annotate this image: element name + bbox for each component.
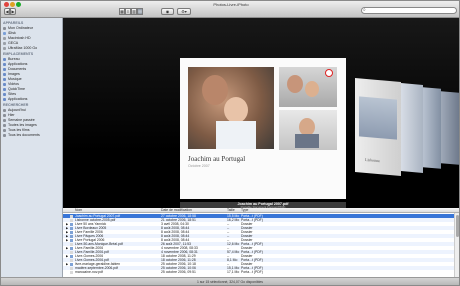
- coverflow-item[interactable]: Lisbonne: [355, 77, 401, 177]
- coverflow-view: Lisbonne Joachim au Portugal Octobre 200…: [63, 18, 459, 208]
- list-header: Nom Date de modification Taille Type: [63, 208, 459, 213]
- file-date-cell: 25 octobre 2006, 09:51: [161, 270, 196, 274]
- magnifier-icon: ⌕: [363, 7, 366, 13]
- sidebar-item-icon: [3, 32, 6, 35]
- sidebar-item-label: Documents: [8, 67, 27, 71]
- sidebar-item-label: GECA: [8, 41, 19, 45]
- sidebar-item-icon: [3, 73, 6, 76]
- sidebar-item-label: Images: [8, 72, 20, 76]
- sidebar-item-icon: [3, 98, 6, 101]
- finder-window: Photos-Livre-iPhoto ◀ ▶ ▦ ≡ ▥ ▤ ◉ ⚙▾ ⌕ A…: [0, 0, 460, 286]
- book-title: Joachim au Portugal: [188, 155, 246, 163]
- sidebar-item-label: Hier: [8, 113, 15, 117]
- coverflow-item[interactable]: [401, 83, 423, 173]
- sidebar-item-icon: [3, 83, 6, 86]
- cover-photo: [359, 96, 397, 140]
- list-scroll-thumb[interactable]: [456, 215, 459, 237]
- sidebar-item-icon: [3, 42, 6, 45]
- forward-button[interactable]: ▶: [10, 8, 16, 15]
- sidebar-item-icon: [3, 134, 6, 137]
- sidebar-item-icon: [3, 129, 6, 132]
- sidebar-item-label: Bureau: [8, 57, 20, 61]
- file-name-cell: marocaine-nov.pdf: [75, 270, 103, 274]
- sidebar-item-label: Applications: [8, 97, 28, 101]
- file-size-cell: 17,1 Mo: [227, 270, 240, 274]
- status-bar: 1 sur 15 sélectionné, 324,07 Go disponib…: [1, 277, 459, 285]
- zoom-window-button[interactable]: [16, 2, 21, 7]
- quick-look-button[interactable]: ◉: [161, 8, 174, 15]
- coverflow-item[interactable]: [423, 87, 441, 169]
- sidebar-item-label: Sites: [8, 92, 16, 96]
- cover-main-photo: [188, 67, 274, 149]
- sidebar-item-icon: [3, 68, 6, 71]
- icon-view-icon: ▦: [120, 9, 124, 14]
- gear-icon: ⚙▾: [181, 9, 187, 14]
- close-window-button[interactable]: [4, 2, 9, 7]
- toolbar: Photos-Livre-iPhoto ◀ ▶ ▦ ≡ ▥ ▤ ◉ ⚙▾ ⌕: [1, 1, 459, 18]
- action-menu-button[interactable]: ⚙▾: [177, 8, 191, 15]
- file-list: Nom Date de modification Taille Type Joa…: [63, 208, 459, 277]
- sidebar-item-icon: [3, 47, 6, 50]
- sidebar-item[interactable]: Tous les documents: [1, 133, 62, 138]
- search-field[interactable]: ⌕: [361, 7, 457, 14]
- sidebar-item-icon: [3, 27, 6, 30]
- sidebar-item-icon: [3, 37, 6, 40]
- sidebar-item-icon: [3, 114, 6, 117]
- sidebar-item-label: Semaine passée: [8, 118, 35, 122]
- sidebar-item-label: Tous les films: [8, 128, 30, 132]
- book-subtitle: Octobre 2007: [188, 164, 210, 168]
- chevron-right-icon: ▶: [11, 9, 15, 14]
- sidebar-item-icon: [3, 109, 6, 112]
- list-view-icon: ≡: [126, 9, 130, 14]
- sidebar-item-icon: [3, 63, 6, 66]
- sidebar-item-label: QuickTime: [8, 87, 26, 91]
- window-title: Photos-Livre-iPhoto: [213, 2, 249, 7]
- coverflow-selected-item[interactable]: Joachim au Portugal Octobre 2007: [180, 58, 346, 199]
- sidebar-item-label: UltraMax 1000 Go: [8, 46, 38, 50]
- sidebar-item-label: Mon Ordinateur: [8, 26, 33, 30]
- side-cover-label: Lisbonne: [365, 156, 380, 164]
- column-header-date[interactable]: Date de modification: [161, 208, 192, 213]
- sidebar-item-icon: [3, 58, 6, 61]
- sidebar-item-label: Applications: [8, 62, 28, 66]
- sidebar-item-label: Toutes les images: [8, 123, 37, 127]
- sidebar-item-label: Musique: [8, 77, 22, 81]
- file-kind-cell: Porta...t (PDF): [241, 270, 263, 274]
- cover-photo-top: [279, 67, 337, 107]
- sidebar: APPAREILS Mon Ordinateur iDisk Macintosh HD…: [1, 18, 63, 277]
- pdf-file-icon: [70, 270, 73, 274]
- sidebar-item[interactable]: UltraMax 1000 Go: [1, 46, 62, 51]
- sidebar-item[interactable]: Applications: [1, 97, 62, 102]
- sidebar-item-label: Tous les documents: [8, 133, 40, 137]
- cover-photo-bottom: [279, 110, 337, 150]
- sidebar-item-icon: [3, 78, 6, 81]
- column-header-kind[interactable]: Type: [241, 208, 248, 213]
- coverflow-item[interactable]: [441, 91, 459, 165]
- sidebar-item-label: Vidéos: [8, 82, 19, 86]
- chevron-left-icon: ◀: [5, 9, 9, 14]
- sidebar-item-icon: [3, 88, 6, 91]
- sidebar-item-label: Aujourd'hui: [8, 108, 26, 112]
- sidebar-item-icon: [3, 124, 6, 127]
- eye-icon: ◉: [165, 9, 170, 14]
- sidebar-item-icon: [3, 93, 6, 96]
- column-header-size[interactable]: Taille: [227, 208, 235, 213]
- column-header-name[interactable]: Nom: [75, 208, 82, 213]
- sidebar-item-label: iDisk: [8, 31, 16, 35]
- coverflow-view-button[interactable]: ▤: [137, 8, 143, 15]
- coverflow-view-icon: ▤: [138, 9, 142, 14]
- sidebar-item-label: Macintosh HD: [8, 36, 31, 40]
- list-scrollbar[interactable]: [454, 213, 459, 277]
- minimize-window-button[interactable]: [10, 2, 15, 7]
- table-row[interactable]: marocaine-nov.pdf 25 octobre 2006, 09:51 1…: [63, 270, 459, 274]
- column-view-icon: ▥: [132, 9, 136, 14]
- sidebar-item-icon: [3, 119, 6, 122]
